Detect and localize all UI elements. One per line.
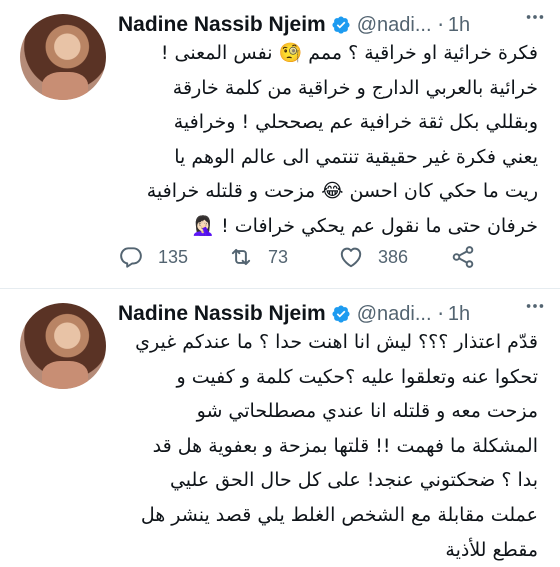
tweet-text-line: عملت مقابلة مع الشخص الغلط يلي قصد ينشر … [140, 503, 538, 526]
retweet-icon [231, 248, 251, 266]
share-button[interactable] [450, 244, 476, 270]
tweet-actions: 135 73 386 [118, 237, 518, 277]
verified-badge-icon [331, 15, 351, 35]
like-icon [340, 247, 362, 268]
tweet-text-line: تحكوا عنه وتعلقوا عليه ؟حكيت كلمة و كفيت… [176, 365, 538, 388]
reply-count: 135 [158, 246, 189, 267]
tweet[interactable]: Nadine Nassib Njeim @nadi... · 1h قدّم ا… [0, 289, 560, 561]
tweet-text-line: بدا ؟ ضحكتوني عنجد! على كل حال الحق عليي [169, 469, 538, 492]
like-button[interactable]: 386 [338, 244, 408, 270]
tweet-text-line: يعني فكرة غير حقيقية تنتمي الى عالم الوه… [174, 145, 538, 168]
tweet-text-line: مزحت معه و قلتله انا عندي مصطلحاتي شو [196, 400, 538, 423]
tweet-text: قدّم اعتذار ؟؟؟ ليش انا اهنت حدا ؟ ما عن… [118, 325, 538, 567]
tweet-text-line: ريت ما حكي كان احسن 😂 مزحت و قلتله خرافي… [146, 180, 538, 203]
retweet-count: 73 [268, 246, 289, 267]
reply-icon [120, 247, 142, 268]
avatar[interactable] [20, 14, 106, 100]
timestamp[interactable]: 1h [448, 303, 470, 326]
author-handle[interactable]: @nadi... [357, 303, 432, 326]
author-name[interactable]: Nadine Nassib Njeim [118, 13, 326, 37]
like-count: 386 [378, 246, 409, 267]
tweet-text-line: فكرة خرائية او خراقية ؟ ممم 🧐 نفس المعنى… [160, 42, 538, 64]
avatar[interactable] [20, 303, 106, 389]
retweet-button[interactable]: 73 [228, 244, 288, 270]
tweet-text: فكرة خرائية او خراقية ؟ ممم 🧐 نفس المعنى… [118, 36, 538, 244]
tweet-text-line: مقطع للأذية [445, 538, 538, 561]
more-icon[interactable] [524, 6, 546, 33]
tweet[interactable]: Nadine Nassib Njeim @nadi... · 1h فكرة خ… [0, 0, 560, 289]
share-icon [452, 246, 474, 268]
more-icon[interactable] [524, 295, 546, 322]
tweet-text-line: قدّم اعتذار ؟؟؟ ليش انا اهنت حدا ؟ ما عن… [135, 331, 538, 353]
tweet-text-line: وبقللي بكل ثقة خرافية عم يصححلي ! وخرافي… [173, 111, 538, 134]
tweet-text-line: المشكلة ما فهمت !! قلتها بمزحة و بعفوية … [152, 434, 538, 457]
author-handle[interactable]: @nadi... [357, 14, 432, 37]
verified-badge-icon [331, 304, 351, 324]
tweet-text-line: خرائية بالعربي الدارج و خراقية من كلمة خ… [172, 76, 538, 99]
separator-dot: · [437, 13, 444, 37]
reply-button[interactable]: 135 [118, 244, 188, 270]
author-name[interactable]: Nadine Nassib Njeim [118, 302, 326, 326]
timestamp[interactable]: 1h [448, 14, 470, 37]
separator-dot: · [437, 302, 444, 326]
